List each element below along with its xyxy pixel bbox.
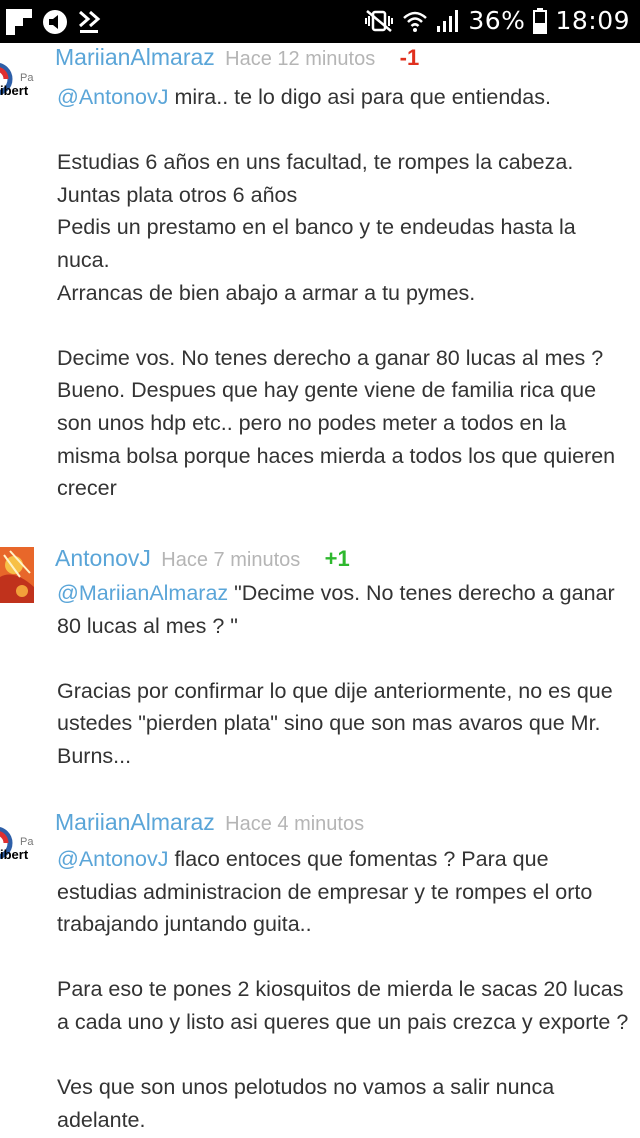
- mention-link[interactable]: @AntonovJ: [57, 847, 168, 871]
- comment-line: misma bolsa porque haces mierda a todos …: [57, 443, 616, 468]
- comment-line: Ves que son unos pelotudos no vamos a sa…: [57, 1075, 555, 1100]
- comment-line: mira.. te lo digo asi para que entiendas…: [168, 85, 551, 109]
- comment-line: Pedis un prestamo en el banco y te endeu…: [57, 215, 576, 240]
- comment-line: adelante.: [57, 1107, 146, 1132]
- comment-header: AntonovJ Hace 7 minutos +1: [55, 545, 350, 572]
- avatar[interactable]: Par ibert: [0, 821, 34, 875]
- wifi-icon: [403, 11, 428, 32]
- comment-line: trabajando juntando guita..: [57, 912, 312, 937]
- mention-link[interactable]: @AntonovJ: [57, 85, 168, 109]
- author-name[interactable]: MariianAlmaraz: [55, 809, 215, 835]
- clock: 18:09: [555, 6, 630, 35]
- comment-line: Estudias 6 años en uns facultad, te romp…: [57, 150, 574, 175]
- comment-line: Burns...: [57, 743, 132, 768]
- comment-line: Arrancas de bien abajo a armar a tu pyme…: [57, 280, 476, 305]
- timestamp: Hace 7 minutos: [161, 549, 301, 571]
- comment-header: MariianAlmaraz Hace 4 minutos: [55, 809, 364, 836]
- comment-line: estudias administracion de empresar y te…: [57, 879, 593, 904]
- signal-icon: [437, 9, 459, 32]
- comment-line: flaco entoces que fomentas ? Para que: [168, 847, 549, 871]
- avatar[interactable]: [0, 547, 34, 603]
- avatar-text-2: ibert: [0, 83, 29, 98]
- avatar-text-2: ibert: [0, 847, 29, 862]
- author-name[interactable]: AntonovJ: [55, 545, 151, 571]
- mention-link[interactable]: @MariianAlmaraz: [57, 581, 228, 605]
- comment-line: Bueno. Despues que hay gente viene de fa…: [57, 378, 597, 403]
- comment-line: crecer: [57, 476, 117, 501]
- battery-percent: 36%: [468, 6, 526, 35]
- comment-line: "Decime vos. No tenes derecho a ganar: [228, 581, 615, 605]
- vote-score: +1: [324, 546, 350, 571]
- avatar[interactable]: Par ibert: [0, 57, 34, 111]
- timestamp: Hace 4 minutos: [225, 813, 365, 835]
- comment-line: nuca.: [57, 247, 110, 272]
- timestamp: Hace 12 minutos: [225, 48, 376, 70]
- author-name[interactable]: MariianAlmaraz: [55, 44, 215, 70]
- volume-icon: [43, 10, 67, 34]
- comment-line: son unos hdp etc.. pero no podes meter a…: [57, 410, 567, 435]
- comment-line: Gracias por confirmar lo que dije anteri…: [57, 678, 613, 703]
- status-bar: 36% 18:09: [0, 0, 640, 43]
- comment-line: a cada uno y listo asi queres que un pai…: [57, 1009, 629, 1034]
- comment-body: @AntonovJ mira.. te lo digo asi para que…: [57, 81, 632, 505]
- comment-line: Para eso te pones 2 kiosquitos de mierda…: [57, 977, 624, 1002]
- comment-body: @MariianAlmaraz "Decime vos. No tenes de…: [57, 577, 632, 773]
- comment-line: Juntas plata otros 6 años: [57, 182, 298, 207]
- vote-score: -1: [399, 45, 420, 70]
- comment-line: Decime vos. No tenes derecho a ganar 80 …: [57, 345, 604, 370]
- battery-icon: [533, 7, 548, 34]
- comment-line: 80 lucas al mes ? ": [57, 613, 238, 638]
- flipboard-icon: [6, 9, 32, 35]
- comment-header: MariianAlmaraz Hace 12 minutos -1: [55, 44, 419, 71]
- download-icon: [79, 10, 101, 33]
- comment-body: @AntonovJ flaco entoces que fomentas ? P…: [57, 843, 632, 1136]
- comment-line: ustedes "pierden plata" sino que son mas…: [57, 711, 601, 736]
- vibrate-icon: [365, 9, 394, 32]
